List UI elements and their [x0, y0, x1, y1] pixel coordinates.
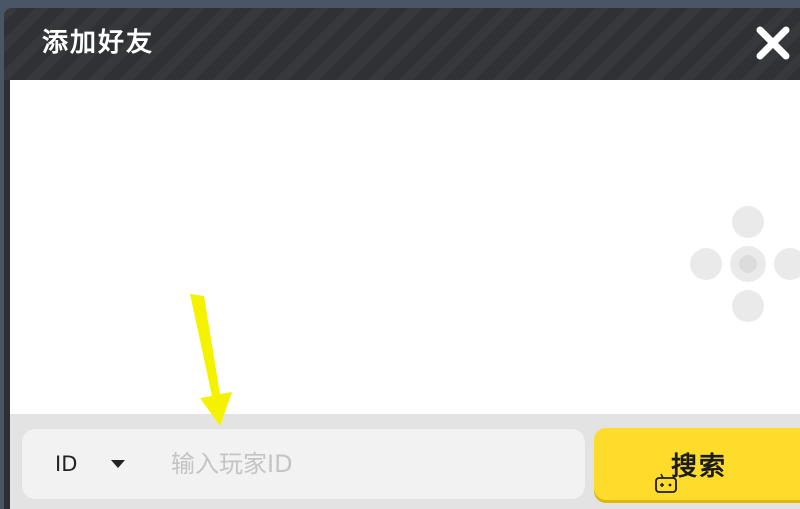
- search-button[interactable]: 搜索: [594, 428, 800, 500]
- search-bar: ID 搜索: [10, 414, 800, 509]
- search-results-area: [10, 80, 800, 414]
- chevron-down-icon: [111, 460, 125, 468]
- search-field-container: ID: [21, 428, 586, 500]
- dpad-icon: [690, 206, 800, 322]
- player-id-input[interactable]: [171, 440, 561, 488]
- close-icon: [756, 26, 790, 60]
- search-type-value: ID: [55, 452, 78, 476]
- close-button[interactable]: [752, 22, 794, 64]
- dialog-title: 添加好友: [42, 28, 155, 58]
- add-friend-dialog: 添加好友 ID 搜索: [4, 8, 800, 509]
- game-controller-icon: [655, 473, 677, 493]
- dialog-header: 添加好友: [4, 8, 800, 80]
- search-button-label: 搜索: [670, 451, 727, 482]
- search-type-dropdown[interactable]: ID: [39, 438, 149, 490]
